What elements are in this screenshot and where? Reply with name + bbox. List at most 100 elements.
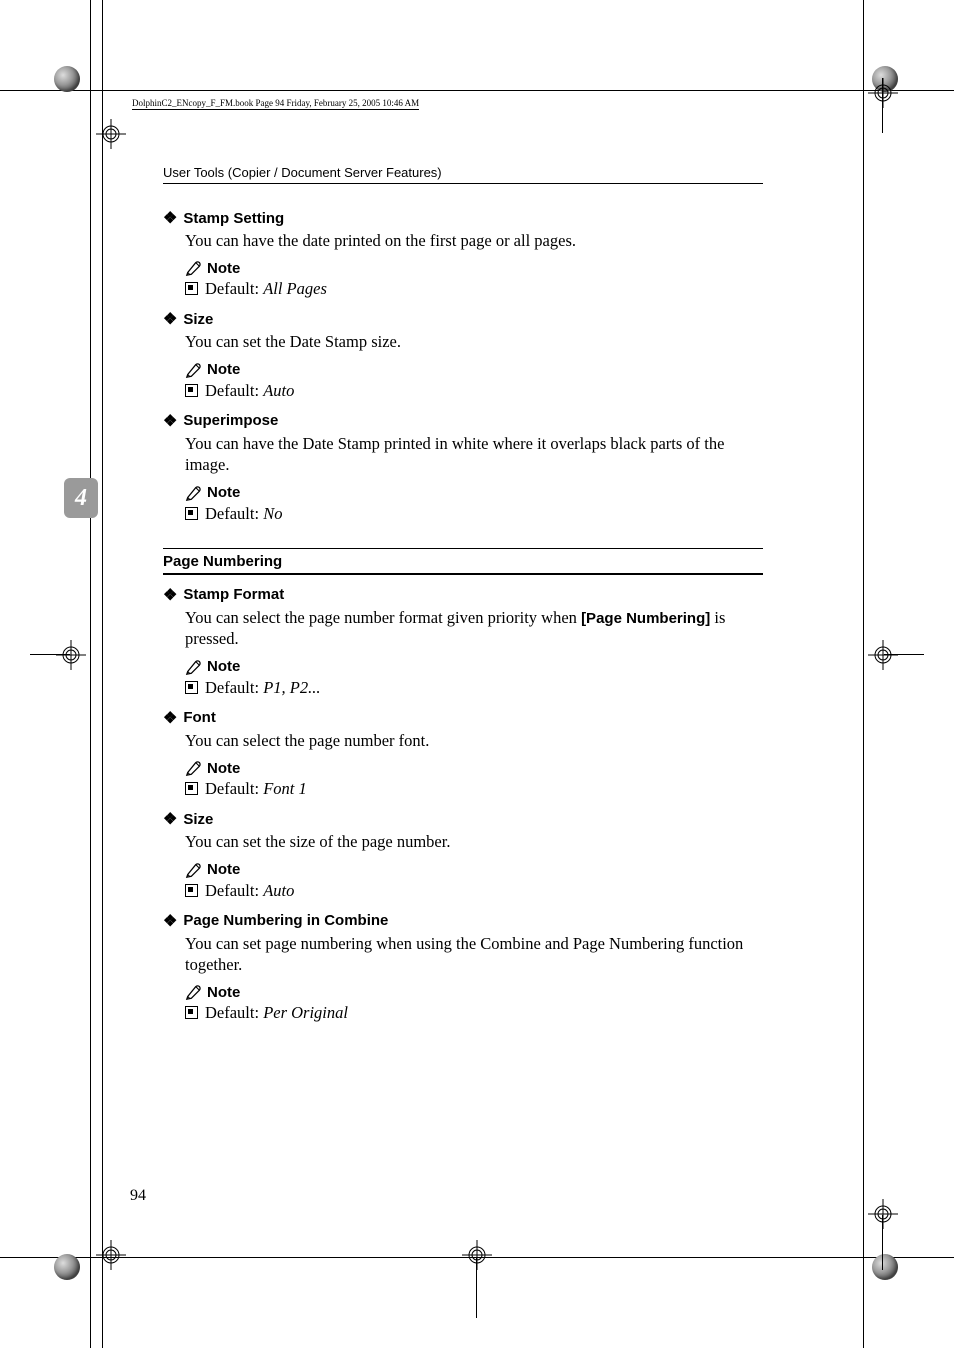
registration-mark-icon (868, 1199, 898, 1229)
crop-shaft (882, 1215, 883, 1270)
default-label: Default: (205, 1003, 263, 1022)
note-body: Default: Auto (185, 881, 763, 901)
item-body: You can have the Date Stamp printed in w… (185, 433, 763, 476)
item-title: Size (183, 811, 213, 828)
page-number: 94 (130, 1187, 146, 1205)
chapter-number: 4 (75, 485, 87, 512)
square-bullet-icon (185, 1006, 198, 1019)
pencil-icon (185, 861, 203, 879)
item-body: You can select the page number format gi… (185, 607, 763, 650)
note-body: Default: All Pages (185, 279, 763, 299)
square-bullet-icon (185, 282, 198, 295)
chapter-tab: 4 (64, 478, 98, 518)
square-bullet-icon (185, 507, 198, 520)
item-stamp-setting: ❖ Stamp Setting (163, 208, 763, 228)
item-stamp-format: ❖ Stamp Format (163, 585, 763, 605)
note-label: Note (207, 658, 240, 675)
crop-shaft (476, 1258, 477, 1318)
note-label: Note (207, 260, 240, 277)
crop-line (90, 0, 91, 1348)
running-head: User Tools (Copier / Document Server Fea… (163, 165, 763, 184)
ui-key: [Page Numbering] (581, 610, 710, 627)
note-body: Default: Font 1 (185, 779, 763, 799)
item-body: You can set the size of the page number. (185, 831, 763, 852)
item-title: Page Numbering in Combine (183, 912, 388, 929)
item-superimpose: ❖ Superimpose (163, 411, 763, 431)
default-value: P1, P2... (263, 678, 320, 697)
square-bullet-icon (185, 384, 198, 397)
section-page-numbering: Page Numbering (163, 548, 763, 575)
item-page-numbering-combine: ❖ Page Numbering in Combine (163, 911, 763, 931)
item-body: You can select the page number font. (185, 730, 763, 751)
crop-line (863, 0, 864, 1348)
note-heading: Note (185, 759, 763, 777)
diamond-icon: ❖ (163, 585, 177, 605)
pencil-icon (185, 658, 203, 676)
note-heading: Note (185, 361, 763, 379)
pencil-icon (185, 361, 203, 379)
registration-mark-icon (868, 78, 898, 108)
default-label: Default: (205, 881, 263, 900)
item-size-2: ❖ Size (163, 809, 763, 829)
crop-line (0, 90, 954, 91)
pencil-icon (185, 983, 203, 1001)
note-label: Note (207, 760, 240, 777)
diamond-icon: ❖ (163, 809, 177, 829)
body-pre: You can select the page number format gi… (185, 608, 581, 627)
crop-line (102, 0, 103, 1348)
default-value: Font 1 (263, 779, 307, 798)
crop-ball-icon (872, 1254, 900, 1282)
diamond-icon: ❖ (163, 208, 177, 228)
default-value: All Pages (263, 279, 327, 298)
note-body: Default: P1, P2... (185, 678, 763, 698)
note-heading: Note (185, 983, 763, 1001)
note-label: Note (207, 484, 240, 501)
default-value: Auto (263, 881, 294, 900)
crop-ball-icon (54, 66, 82, 94)
registration-mark-icon (96, 1240, 126, 1270)
default-label: Default: (205, 504, 263, 523)
diamond-icon: ❖ (163, 708, 177, 728)
item-title: Stamp Setting (183, 210, 284, 227)
item-title: Font (183, 709, 215, 726)
note-heading: Note (185, 484, 763, 502)
diamond-icon: ❖ (163, 911, 177, 931)
registration-mark-icon (96, 119, 126, 149)
registration-mark-icon (56, 640, 86, 670)
default-label: Default: (205, 678, 263, 697)
crop-shaft (884, 654, 924, 655)
default-label: Default: (205, 381, 263, 400)
square-bullet-icon (185, 782, 198, 795)
square-bullet-icon (185, 884, 198, 897)
crop-shaft (882, 78, 883, 133)
note-heading: Note (185, 259, 763, 277)
pencil-icon (185, 759, 203, 777)
note-label: Note (207, 984, 240, 1001)
item-body: You can set page numbering when using th… (185, 933, 763, 976)
note-body: Default: No (185, 504, 763, 524)
pencil-icon (185, 259, 203, 277)
registration-mark-icon (462, 1240, 492, 1270)
note-label: Note (207, 361, 240, 378)
diamond-icon: ❖ (163, 309, 177, 329)
item-title: Size (183, 311, 213, 328)
default-label: Default: (205, 279, 263, 298)
note-heading: Note (185, 861, 763, 879)
item-title: Stamp Format (183, 586, 284, 603)
book-info-line: DolphinC2_ENcopy_F_FM.book Page 94 Frida… (132, 98, 419, 110)
item-body: You can set the Date Stamp size. (185, 331, 763, 352)
note-body: Default: Auto (185, 381, 763, 401)
item-font: ❖ Font (163, 708, 763, 728)
default-label: Default: (205, 779, 263, 798)
page-content: User Tools (Copier / Document Server Fea… (163, 165, 763, 1023)
default-value: Auto (263, 381, 294, 400)
crop-ball-icon (54, 1254, 82, 1282)
crop-shaft (30, 654, 70, 655)
item-title: Superimpose (183, 412, 278, 429)
note-body: Default: Per Original (185, 1003, 763, 1023)
diamond-icon: ❖ (163, 411, 177, 431)
default-value: Per Original (263, 1003, 348, 1022)
registration-mark-icon (868, 640, 898, 670)
pencil-icon (185, 484, 203, 502)
note-label: Note (207, 861, 240, 878)
